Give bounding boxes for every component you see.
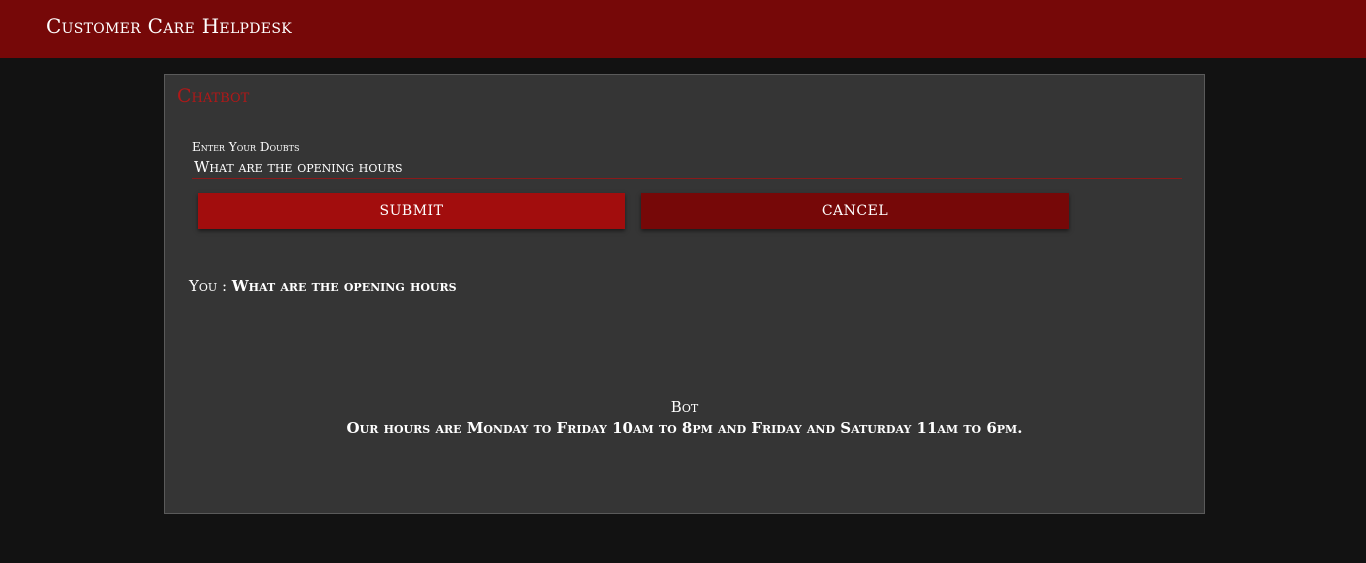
app-title: Customer Care Helpdesk [46,14,292,38]
chatbot-panel: Chatbot Enter Your Doubts SUBMIT CANCEL … [164,74,1205,514]
bot-message: Our hours are Monday to Friday 10am to 8… [346,419,1023,437]
doubts-label: Enter Your Doubts [192,140,300,154]
user-prefix: You : [189,277,228,295]
panel-title: Chatbot [177,85,250,107]
user-message: What are the opening hours [231,277,457,295]
submit-button[interactable]: SUBMIT [198,193,625,229]
user-message-line: You : What are the opening hours [189,277,457,295]
doubts-input[interactable] [192,155,1182,179]
top-bar: Customer Care Helpdesk [0,0,1366,58]
bot-name: Bot [670,398,699,416]
cancel-button[interactable]: CANCEL [641,193,1069,229]
bot-response: Bot Our hours are Monday to Friday 10am … [165,397,1204,439]
